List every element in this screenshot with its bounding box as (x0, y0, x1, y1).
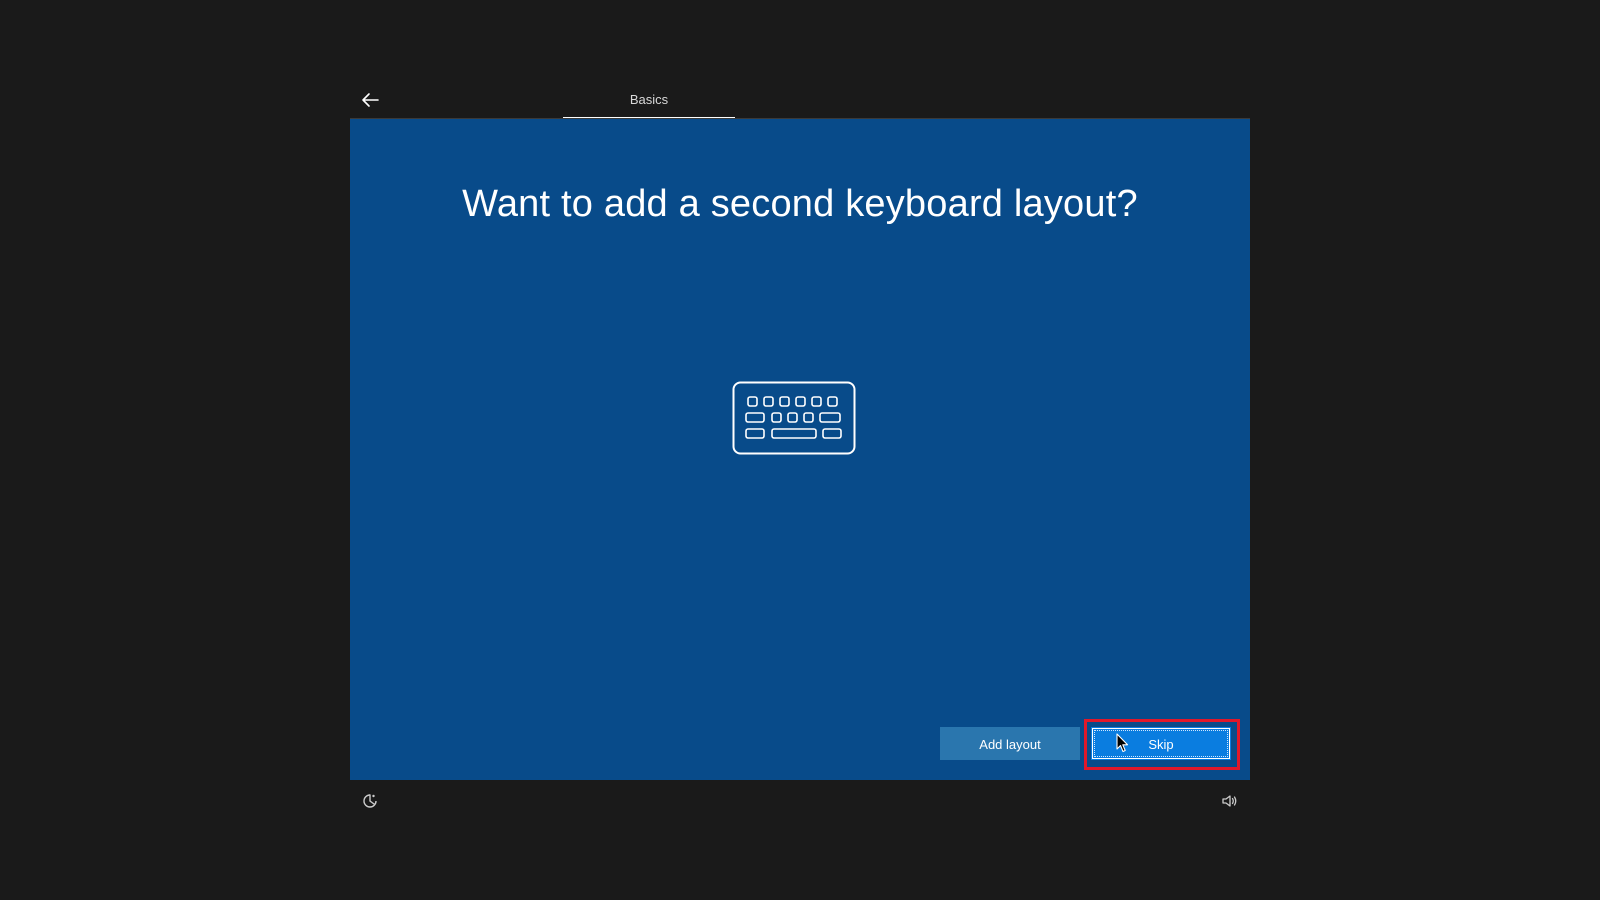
tab-basics: Basics (629, 92, 669, 107)
keyboard-icon (732, 381, 856, 455)
ease-of-access-icon[interactable] (361, 792, 379, 810)
skip-button[interactable]: Skip (1091, 727, 1231, 760)
mouse-cursor-icon (1116, 733, 1129, 753)
back-arrow-icon (362, 93, 379, 107)
setup-screen: Basics Want to add a second keyboard lay… (0, 0, 1600, 900)
volume-icon[interactable] (1221, 792, 1239, 810)
back-button[interactable] (356, 88, 384, 112)
page-title: Want to add a second keyboard layout? (462, 183, 1138, 225)
main-panel: Want to add a second keyboard layout? Ad… (350, 119, 1250, 780)
add-layout-button[interactable]: Add layout (940, 727, 1080, 760)
